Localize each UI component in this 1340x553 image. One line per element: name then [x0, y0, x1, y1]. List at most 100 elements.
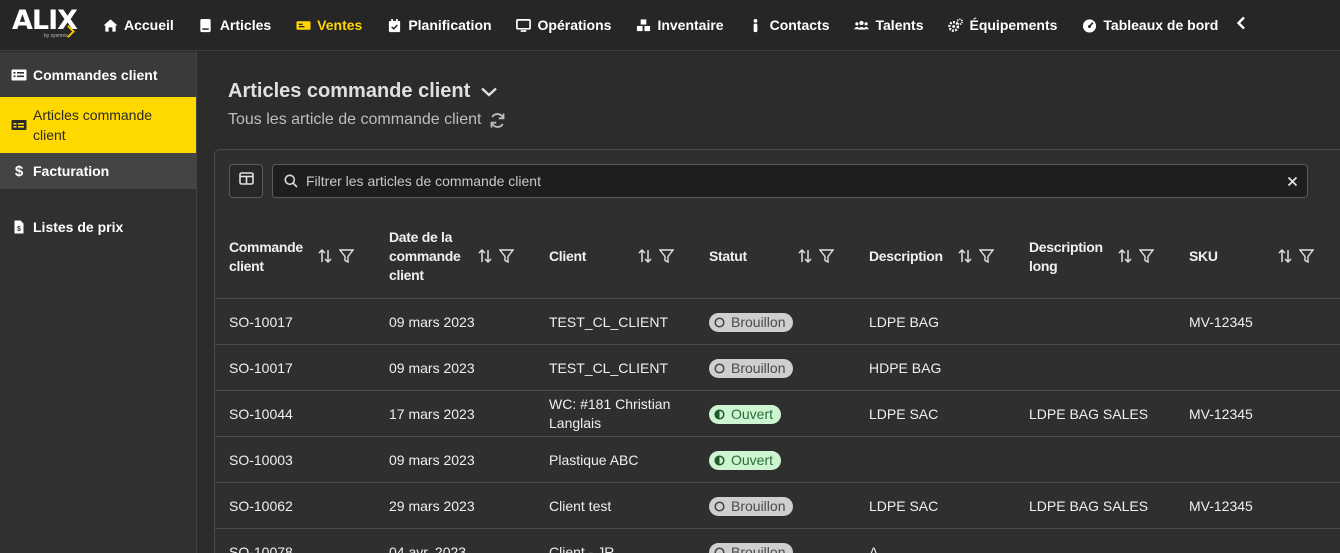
table-row[interactable]: SO-10062 29 mars 2023 Client test Brouil… — [215, 483, 1340, 529]
column-tools — [317, 248, 354, 264]
sidebar-item-facturation[interactable]: $ Facturation — [0, 153, 196, 189]
sort-icon[interactable] — [957, 248, 973, 264]
column-header-sku: SKU — [1189, 214, 1269, 299]
column-tools — [797, 248, 834, 264]
cell-order: SO-10062 — [229, 497, 293, 514]
nav-item-ventes[interactable]: Ventes — [283, 0, 374, 51]
cell-status: Brouillon — [709, 345, 794, 391]
status-badge: Brouillon — [709, 358, 794, 378]
sort-icon[interactable] — [1117, 248, 1133, 264]
sidebar-item-commandes-client[interactable]: Commandes client — [0, 52, 196, 97]
column-header-label: Client — [549, 248, 587, 264]
column-header-label: Description — [869, 248, 943, 264]
column-header-label: Commande client — [229, 238, 303, 274]
top-navigation-bar: ALIX by sysmex Accueil Articles Ventes P… — [0, 0, 1340, 51]
column-header-commande-client: Commande client — [229, 214, 309, 299]
column-tools — [1277, 248, 1314, 264]
cell-description: HDPE BAG — [869, 359, 942, 376]
cell-status: Brouillon — [709, 483, 794, 529]
half-circle-icon — [714, 454, 725, 466]
cell-client: Plastique ABC — [549, 451, 639, 468]
chevron-down-icon[interactable] — [480, 86, 498, 98]
table-row[interactable]: SO-10017 09 mars 2023 TEST_CL_CLIENT Bro… — [215, 299, 1340, 345]
filter-icon[interactable] — [659, 248, 674, 264]
table-row[interactable]: SO-10044 17 mars 2023 WC: #181 Christian… — [215, 391, 1340, 437]
close-icon — [1287, 176, 1297, 186]
table-header: Commande client Date de la commande clie… — [215, 214, 1340, 299]
status-badge: Brouillon — [709, 312, 794, 332]
nav-label: Ventes — [317, 17, 363, 33]
book-icon — [198, 17, 214, 33]
home-icon — [102, 17, 118, 33]
status-badge: Ouvert — [709, 450, 782, 470]
page-subtitle-text: Tous les article de commande client — [228, 111, 482, 128]
column-header-label: Statut — [709, 248, 747, 264]
filter-icon[interactable] — [819, 248, 834, 264]
nav-item-contacts[interactable]: Contacts — [736, 0, 842, 51]
nav-item-equipements[interactable]: Équipements — [935, 0, 1069, 51]
price-file-icon: $ — [10, 220, 28, 234]
page-subtitle: Tous les article de commande client — [228, 111, 506, 129]
nav-item-accueil[interactable]: Accueil — [90, 0, 186, 51]
clear-search-button[interactable] — [1277, 176, 1307, 187]
sort-icon[interactable] — [317, 248, 333, 264]
circle-outline-icon — [714, 362, 725, 374]
circle-outline-icon — [714, 500, 725, 512]
cell-description-long: LDPE BAG SALES — [1029, 497, 1149, 514]
cell-order: SO-10017 — [229, 313, 293, 330]
nav-item-operations[interactable]: Opérations — [504, 0, 624, 51]
cell-client: TEST_CL_CLIENT — [549, 313, 669, 330]
chevron-left-icon — [1236, 16, 1246, 35]
cell-status: Ouvert — [709, 391, 782, 437]
nav-item-talents[interactable]: Talents — [842, 0, 936, 51]
column-tools — [957, 248, 994, 264]
filter-icon[interactable] — [979, 248, 994, 264]
filter-icon[interactable] — [499, 248, 514, 264]
circle-outline-icon — [714, 316, 725, 328]
status-badge-label: Ouvert — [731, 405, 774, 422]
sort-icon[interactable] — [797, 248, 813, 264]
cell-client: WC: #181 Christian Langlais — [549, 396, 671, 431]
table-row[interactable]: SO-10003 09 mars 2023 Plastique ABC Ouve… — [215, 437, 1340, 483]
cell-description: LDPE SAC — [869, 405, 939, 422]
nav-item-articles[interactable]: Articles — [186, 0, 283, 51]
sort-icon[interactable] — [477, 248, 493, 264]
nav-item-planification[interactable]: Planification — [374, 0, 503, 51]
nav-item-inventaire[interactable]: Inventaire — [623, 0, 735, 51]
cell-description: LDPE BAG — [869, 313, 940, 330]
sidebar-item-listes-de-prix[interactable]: $ Listes de prix — [0, 207, 196, 247]
users-icon — [854, 17, 870, 33]
column-toggle-button[interactable] — [229, 164, 263, 198]
status-badge: Brouillon — [709, 542, 794, 553]
circle-outline-icon — [714, 546, 725, 553]
filter-search-input[interactable] — [306, 173, 1277, 189]
cell-order: SO-10017 — [229, 359, 293, 376]
cell-description-long: LDPE BAG SALES — [1029, 405, 1149, 422]
nav-label: Articles — [219, 17, 272, 33]
nav-collapse-button[interactable] — [1230, 0, 1252, 51]
refresh-icon[interactable] — [489, 112, 506, 129]
filter-icon[interactable] — [1139, 248, 1154, 264]
filter-icon[interactable] — [339, 248, 354, 264]
nav-item-tableaux-de-bord[interactable]: Tableaux de bord — [1069, 0, 1230, 51]
status-badge-label: Brouillon — [731, 313, 786, 330]
sort-icon[interactable] — [637, 248, 653, 264]
cell-order: SO-10044 — [229, 405, 293, 422]
status-badge: Brouillon — [709, 496, 794, 516]
column-header-label: SKU — [1189, 248, 1218, 264]
nav-label: Contacts — [769, 17, 830, 33]
table-row[interactable]: SO-10078 04 avr. 2023 Client - JR Brouil… — [215, 529, 1340, 553]
filter-icon[interactable] — [1299, 248, 1314, 264]
cell-sku: MV-12345 — [1189, 405, 1253, 422]
sort-icon[interactable] — [1277, 248, 1293, 264]
sidebar-item-articles-commande-client[interactable]: Articles commande client — [0, 97, 196, 153]
cell-date: 04 avr. 2023 — [389, 543, 467, 553]
sidebar-item-label: Articles commande client — [33, 107, 153, 143]
status-badge-label: Brouillon — [731, 543, 786, 553]
sidebar-item-label: Listes de prix — [33, 219, 124, 235]
app-logo[interactable]: ALIX by sysmex — [0, 0, 90, 51]
status-badge: Ouvert — [709, 404, 782, 424]
table-row[interactable]: SO-10017 09 mars 2023 TEST_CL_CLIENT Bro… — [215, 345, 1340, 391]
svg-text:$: $ — [17, 226, 21, 233]
cell-date: 09 mars 2023 — [389, 313, 475, 330]
